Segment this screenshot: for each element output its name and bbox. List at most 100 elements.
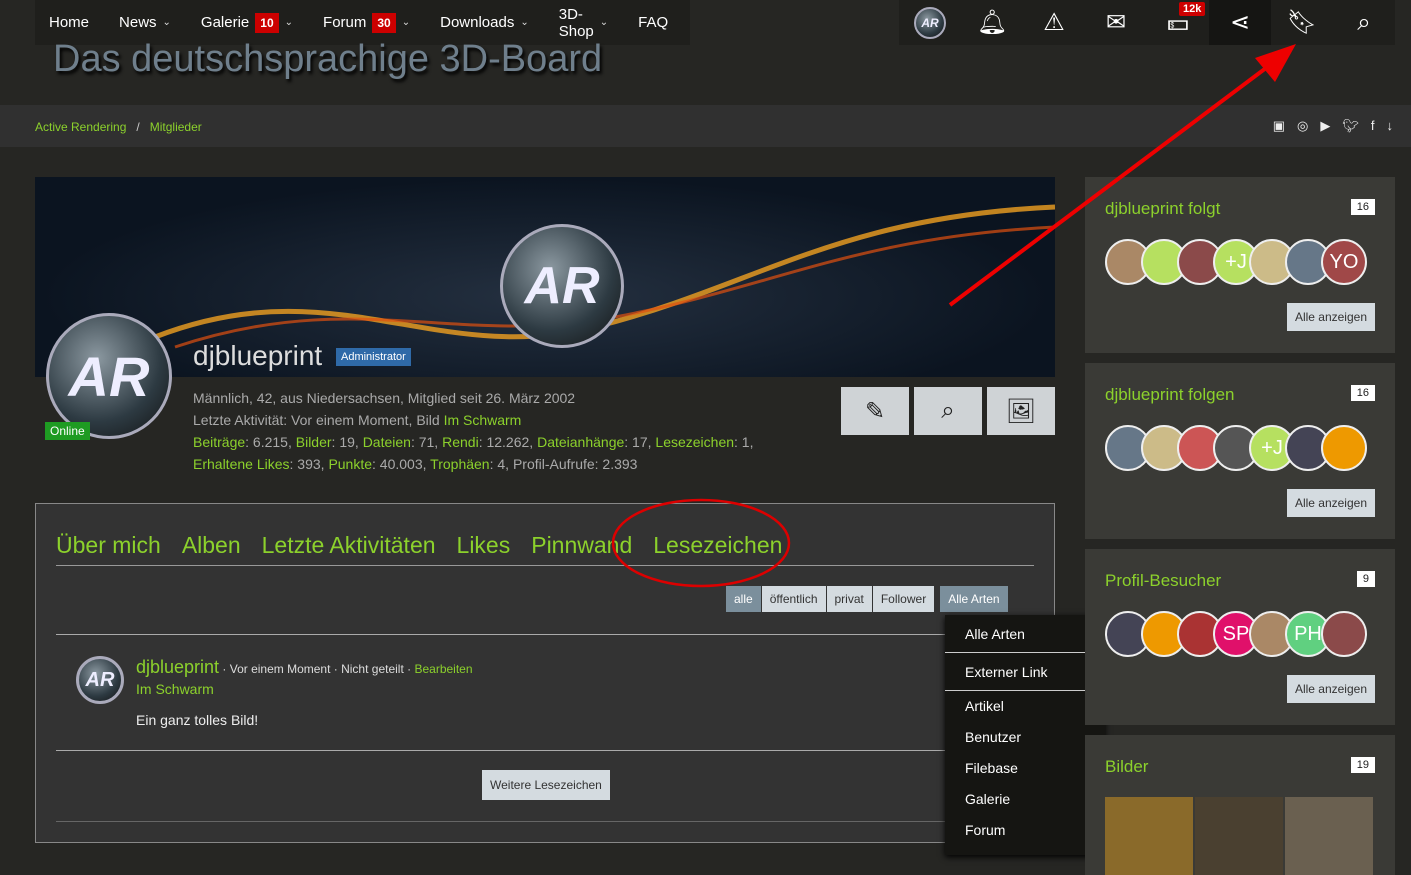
type-filter-button[interactable]: Alle Arten (940, 586, 1008, 612)
stat-label[interactable]: Rendi (442, 434, 479, 450)
envelope-icon[interactable]: ✉︎ (1085, 0, 1147, 45)
nav-label: Home (49, 14, 90, 31)
stat-label[interactable]: Lesezeichen (655, 434, 734, 450)
nav-item-downloads[interactable]: Downloads ⌄ (440, 14, 529, 31)
show-all-button[interactable]: Alle anzeigen (1286, 489, 1375, 517)
tab-0[interactable]: Über mich (56, 532, 161, 559)
divider (56, 634, 1034, 635)
nav-label: Downloads (440, 14, 515, 31)
stat-label[interactable]: Trophäen (430, 456, 489, 472)
profile-info: Männlich, 42, aus Niedersachsen, Mitglie… (193, 387, 754, 475)
nav-item-forum[interactable]: Forum 30 ⌄ (323, 12, 411, 33)
filter-2[interactable]: privat (826, 586, 872, 612)
profile-stats-2: Erhaltene Likes: 393, Punkte: 40.003, Tr… (193, 453, 754, 475)
dropdown-item[interactable]: Benutzer (945, 722, 1105, 753)
warning-icon[interactable]: ⚠︎ (1023, 0, 1085, 45)
stat-label[interactable]: Punkte (328, 456, 372, 472)
stat-label[interactable]: Beiträge (193, 434, 245, 450)
instagram-icon[interactable]: ◎ (1297, 118, 1308, 134)
bookmark-filters: alle öffentlich privat Follower Alle Arten (726, 586, 1008, 612)
nav-item-3d-shop[interactable]: 3D-Shop ⌄ (559, 6, 608, 40)
avatar[interactable]: YO (1321, 239, 1367, 285)
site-logo[interactable]: Das deutschsprachige 3D-Board (53, 38, 602, 81)
dropdown-item[interactable]: Galerie (945, 784, 1105, 815)
gallery-thumbnail[interactable] (1285, 797, 1373, 875)
profile-cover: AR (35, 177, 1055, 377)
dropdown-item[interactable]: Artikel (945, 691, 1105, 722)
stat-label[interactable]: Dateien (363, 434, 411, 450)
nav-item-home[interactable]: Home (49, 14, 89, 31)
stat-label[interactable]: Bilder (296, 434, 332, 450)
nav-item-news[interactable]: News ⌄ (119, 14, 171, 31)
edit-profile-button[interactable]: ✎ (841, 387, 909, 435)
tab-5[interactable]: Lesezeichen (653, 532, 782, 559)
arrow-down-icon[interactable]: ↓ (1387, 118, 1394, 134)
profile-avatar[interactable]: AR (46, 313, 172, 439)
show-all-button[interactable]: Alle anzeigen (1286, 303, 1375, 331)
filter-3[interactable]: Follower (872, 586, 935, 612)
breadcrumb-home[interactable]: Active Rendering (35, 120, 126, 134)
cube-icon[interactable]: ▣ (1273, 118, 1285, 134)
bookmark-icon[interactable]: 🔖︎ (1271, 0, 1333, 45)
search-icon[interactable]: ⌕ (1333, 0, 1395, 45)
avatar[interactable] (1321, 611, 1367, 657)
nav-badge: 30 (372, 12, 396, 33)
divider (56, 750, 1034, 751)
search-content-button[interactable]: ⌕ (914, 387, 982, 435)
stat-value: Profil-Aufrufe: 2.393 (512, 456, 638, 472)
profile-username: djblueprint (193, 340, 323, 371)
type-dropdown-menu: Alle Arten Externer Link Artikel Benutzer Fi… (945, 615, 1105, 855)
entry-text: Ein ganz tolles Bild! (136, 712, 259, 728)
profile-details: Männlich, 42, aus Niedersachsen, Mitglie… (193, 390, 576, 406)
chevron-down-icon: ⌄ (401, 17, 411, 28)
tab-2[interactable]: Letzte Aktivitäten (262, 532, 436, 559)
user-avatar-icon[interactable]: AR (899, 0, 961, 45)
gallery-thumbnail[interactable] (1105, 797, 1193, 875)
twitter-icon[interactable]: 🐦︎ (1342, 118, 1359, 134)
filter-0[interactable]: alle (726, 586, 761, 612)
stat-label[interactable]: Dateianhänge (537, 434, 624, 450)
avatar-list: +J YO (1105, 239, 1367, 285)
entry-title[interactable]: Im Schwarm (136, 681, 214, 697)
sidebar-title[interactable]: Profil-Besucher (1105, 571, 1221, 591)
dropdown-item[interactable]: Alle Arten (945, 615, 1105, 653)
dropdown-item[interactable]: Filebase (945, 753, 1105, 784)
entry-avatar[interactable]: AR (76, 656, 124, 704)
avatar[interactable] (1321, 425, 1367, 471)
nav-item-faq[interactable]: FAQ (638, 14, 668, 31)
money-icon[interactable]: 💵︎ 12k (1147, 0, 1209, 45)
last-activity-link[interactable]: Im Schwarm (444, 412, 522, 428)
bell-icon[interactable]: 🔔︎ (961, 0, 1023, 45)
tab-1[interactable]: Alben (182, 532, 241, 559)
tab-4[interactable]: Pinnwand (531, 532, 632, 559)
stat-value: : 4, (489, 456, 513, 472)
sidebar-title[interactable]: Bilder (1105, 757, 1148, 777)
sidebar-box: Bilder 19 (1085, 735, 1395, 875)
gallery-thumbnail[interactable] (1195, 797, 1283, 875)
sidebar-box: djblueprint folgen 16 +J Alle anzeigen (1085, 363, 1395, 539)
nav-label: Galerie (200, 14, 250, 31)
stat-label[interactable]: Erhaltene Likes (193, 456, 290, 472)
youtube-icon[interactable]: ▶ (1320, 118, 1330, 134)
nav-label: Forum (323, 14, 367, 31)
user-panel: AR 🔔︎ ⚠︎ ✉︎ 💵︎ 12k ⋖ 🔖︎ ⌕ (899, 0, 1395, 45)
breadcrumb-members[interactable]: Mitglieder (150, 120, 202, 134)
avatar-list: SP PH (1105, 611, 1367, 657)
sidebar-title[interactable]: djblueprint folgen (1105, 385, 1234, 405)
entry-edit-link[interactable]: Bearbeiten (414, 662, 472, 676)
dropdown-item[interactable]: Forum (945, 815, 1105, 846)
online-badge: Online (45, 422, 90, 440)
dropdown-item[interactable]: Externer Link (945, 653, 1105, 691)
cover-photo-button[interactable]: 🖼︎ (987, 387, 1055, 435)
tab-3[interactable]: Likes (457, 532, 511, 559)
filter-1[interactable]: öffentlich (761, 586, 826, 612)
entry-author[interactable]: djblueprint (136, 657, 219, 677)
more-bookmarks-button[interactable]: Weitere Lesezeichen (482, 770, 610, 800)
show-all-button[interactable]: Alle anzeigen (1286, 675, 1375, 703)
sidebar-count: 19 (1350, 757, 1375, 773)
nav-item-galerie[interactable]: Galerie 10 ⌄ (200, 12, 293, 33)
sidebar-title[interactable]: djblueprint folgt (1105, 199, 1220, 219)
share-icon[interactable]: ⋖ (1209, 0, 1271, 45)
facebook-icon[interactable]: f (1371, 118, 1375, 134)
chevron-down-icon: ⌄ (162, 17, 171, 28)
